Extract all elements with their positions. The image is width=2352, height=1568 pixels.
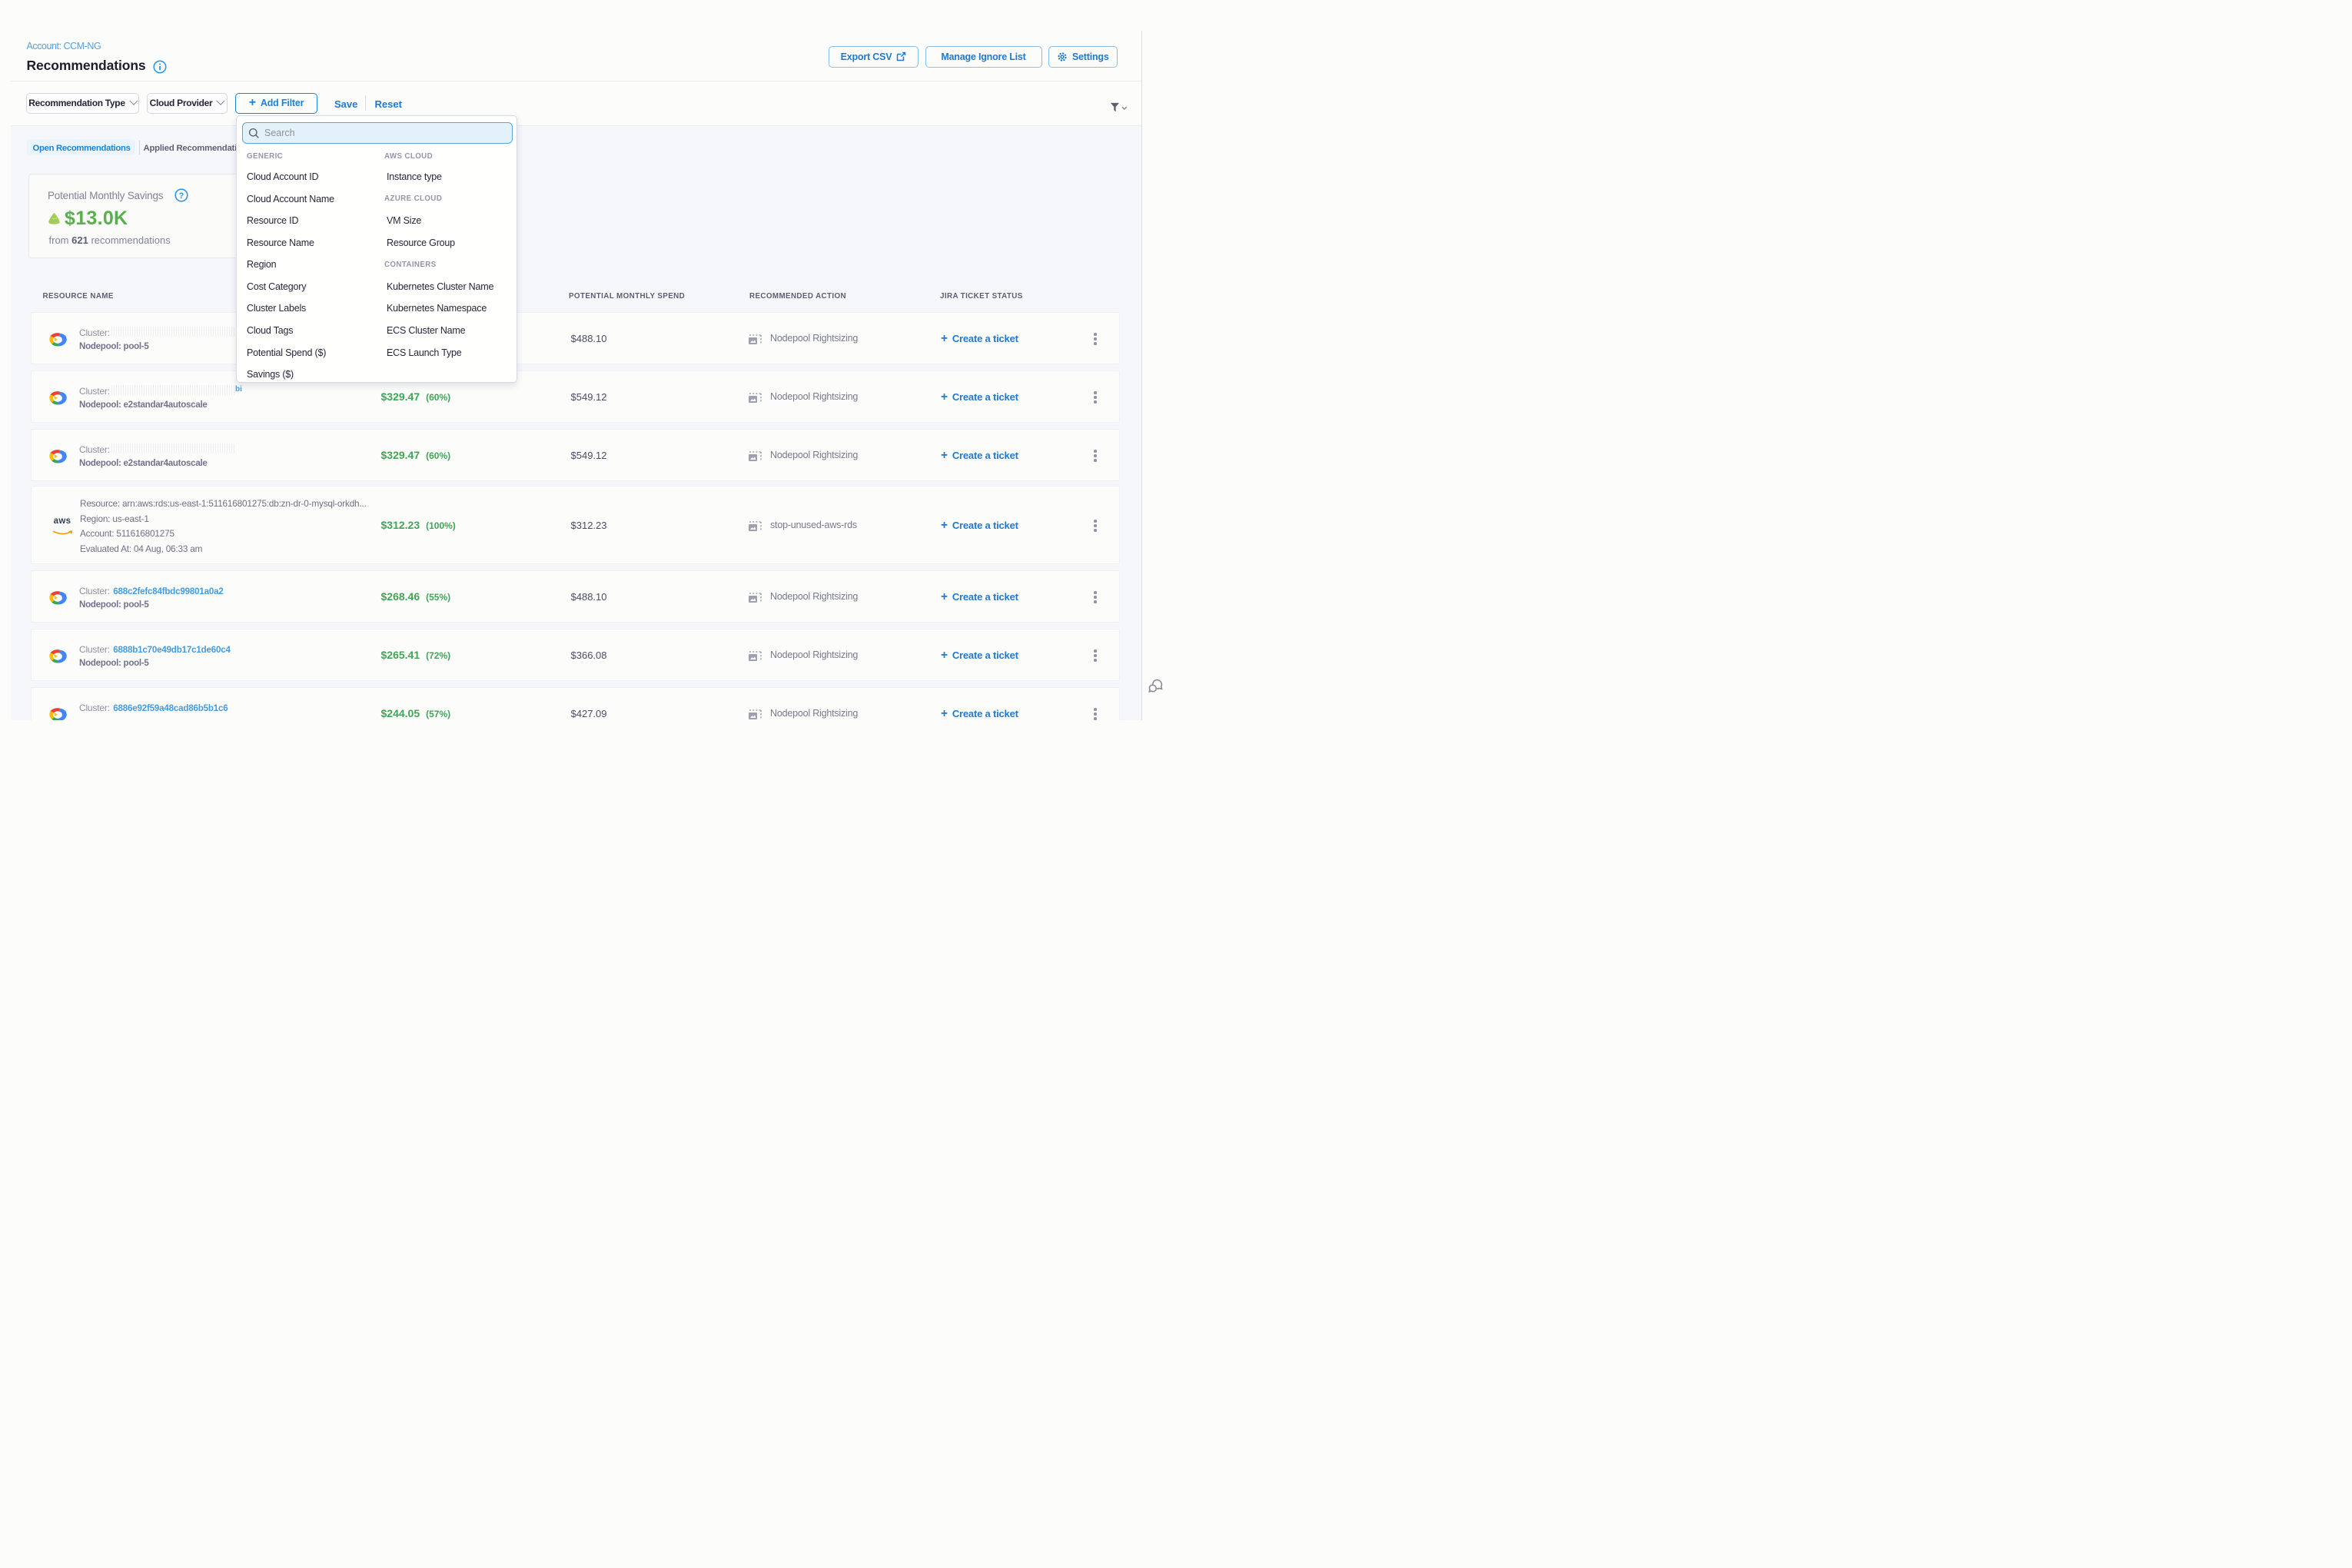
svg-text:?: ?: [179, 191, 184, 201]
